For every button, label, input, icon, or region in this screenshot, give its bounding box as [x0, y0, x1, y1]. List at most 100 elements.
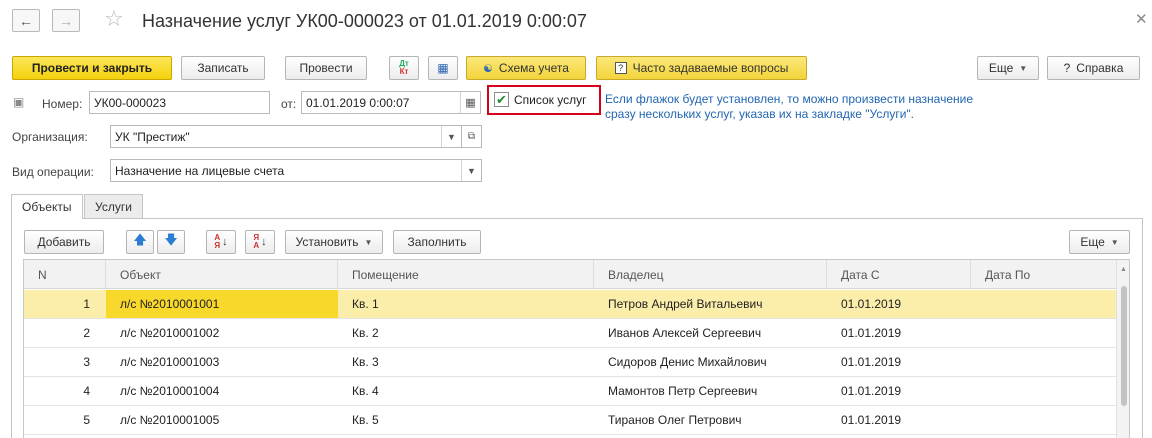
add-button[interactable]: Добавить: [24, 230, 104, 254]
column-header-date-from[interactable]: Дата С: [827, 260, 971, 289]
set-label: Установить: [295, 235, 359, 249]
cell-object[interactable]: л/с №2010001002: [106, 319, 338, 347]
number-field[interactable]: УК00-000023: [89, 91, 270, 114]
dropdown-caret-icon: ▼: [1110, 237, 1119, 247]
operation-type-field[interactable]: Назначение на лицевые счета ▼: [110, 159, 482, 182]
arrow-down-icon: 🡇: [164, 232, 178, 247]
cell-date-to[interactable]: [971, 290, 1116, 318]
move-down-button[interactable]: 🡇: [157, 230, 185, 254]
more-button[interactable]: Еще ▼: [977, 56, 1039, 80]
organization-field[interactable]: УК "Престиж" ▼: [110, 125, 462, 148]
sort-arrow-icon: ↓: [261, 236, 267, 248]
open-organization-button[interactable]: ⧉: [462, 125, 482, 148]
help-button[interactable]: ? Справка: [1047, 56, 1140, 80]
sort-arrow-icon: ↓: [222, 236, 228, 248]
vertical-scrollbar[interactable]: ▲: [1116, 260, 1129, 438]
column-header-date-to[interactable]: Дата По: [971, 260, 1116, 289]
cell-n[interactable]: 2: [24, 319, 106, 347]
structure-button[interactable]: ▦: [428, 56, 458, 80]
table-row[interactable]: 5 л/с №2010001005 Кв. 5 Тиранов Олег Петров…: [24, 406, 1116, 435]
table-row[interactable]: 1 л/с №2010001001 Кв. 1 Петров Андрей Витал…: [24, 290, 1116, 319]
question-icon: ?: [614, 62, 627, 74]
cell-owner[interactable]: Тиранов Олег Петрович: [594, 406, 827, 434]
cell-n[interactable]: 5: [24, 406, 106, 434]
services-list-checkbox[interactable]: ✔: [494, 92, 509, 107]
table-header: N Объект Помещение Владелец Дата С Дата …: [24, 260, 1116, 289]
cell-room[interactable]: Кв. 2: [338, 319, 594, 347]
write-button[interactable]: Записать: [181, 56, 265, 80]
back-button[interactable]: ←: [12, 9, 40, 32]
cell-n[interactable]: 4: [24, 377, 106, 405]
post-and-close-button[interactable]: Провести и закрыть: [12, 56, 172, 80]
fill-button[interactable]: Заполнить: [393, 230, 481, 254]
dropdown-caret-icon[interactable]: ▼: [461, 160, 481, 181]
table-row[interactable]: 4 л/с №2010001004 Кв. 4 Мамонтов Петр Серге…: [24, 377, 1116, 406]
tab-objects[interactable]: Объекты: [11, 194, 83, 219]
services-list-label[interactable]: Список услуг: [514, 93, 587, 107]
help-label: Справка: [1076, 61, 1124, 75]
favorite-star-icon[interactable]: ☆: [104, 8, 124, 30]
cell-date-to[interactable]: [971, 406, 1116, 434]
arrow-right-icon: →: [59, 12, 73, 29]
dropdown-caret-icon: ▼: [1019, 63, 1028, 73]
column-header-n[interactable]: N: [24, 260, 106, 289]
post-button[interactable]: Провести: [285, 56, 367, 80]
scroll-up-icon[interactable]: ▲: [1120, 266, 1127, 273]
cell-room[interactable]: Кв. 4: [338, 377, 594, 405]
hierarchy-icon: ☯: [483, 62, 493, 75]
date-field[interactable]: 01.01.2019 0:00:07 ▦: [301, 91, 481, 114]
cell-object[interactable]: л/с №2010001003: [106, 348, 338, 376]
cell-date-from[interactable]: 01.01.2019: [827, 319, 971, 347]
scrollbar-thumb[interactable]: [1121, 286, 1127, 406]
organization-label: Организация:: [12, 130, 88, 144]
cell-owner[interactable]: Сидоров Денис Михайлович: [594, 348, 827, 376]
operation-type-value: Назначение на лицевые счета: [115, 163, 285, 178]
cell-date-to[interactable]: [971, 319, 1116, 347]
calendar-icon[interactable]: ▦: [460, 92, 480, 113]
services-list-hint: Если флажок будет установлен, то можно п…: [605, 92, 1025, 122]
cell-room[interactable]: Кв. 5: [338, 406, 594, 434]
dropdown-caret-icon[interactable]: ▼: [441, 126, 461, 147]
organization-value: УК "Престиж": [115, 129, 190, 144]
table-row[interactable]: 2 л/с №2010001002 Кв. 2 Иванов Алексей Серг…: [24, 319, 1116, 348]
column-header-room[interactable]: Помещение: [338, 260, 594, 289]
date-label: от:: [281, 97, 297, 111]
column-header-owner[interactable]: Владелец: [594, 260, 827, 289]
column-header-object[interactable]: Объект: [106, 260, 338, 289]
cell-object[interactable]: л/с №2010001001: [106, 290, 338, 318]
dtkt-button[interactable]: Дт Кт: [389, 56, 419, 80]
cell-date-from[interactable]: 01.01.2019: [827, 377, 971, 405]
cell-n[interactable]: 3: [24, 348, 106, 376]
cell-date-from[interactable]: 01.01.2019: [827, 290, 971, 318]
close-icon[interactable]: ✕: [1135, 10, 1148, 28]
sort-ascending-button[interactable]: А Я ↓: [206, 230, 236, 254]
accounting-scheme-button[interactable]: ☯ Схема учета: [466, 56, 586, 80]
dtkt-icon: Дт Кт: [399, 59, 409, 76]
cell-date-to[interactable]: [971, 348, 1116, 376]
sort-descending-button[interactable]: Я А ↓: [245, 230, 275, 254]
cell-owner[interactable]: Иванов Алексей Сергеевич: [594, 319, 827, 347]
cell-object[interactable]: л/с №2010001004: [106, 377, 338, 405]
accounting-scheme-label: Схема учета: [498, 61, 569, 75]
cell-date-to[interactable]: [971, 377, 1116, 405]
cell-n[interactable]: 1: [24, 290, 106, 318]
forward-button[interactable]: →: [52, 9, 80, 32]
cell-room[interactable]: Кв. 3: [338, 348, 594, 376]
cell-object[interactable]: л/с №2010001005: [106, 406, 338, 434]
move-up-button[interactable]: 🡅: [126, 230, 154, 254]
cell-owner[interactable]: Мамонтов Петр Сергеевич: [594, 377, 827, 405]
dropdown-caret-icon: ▼: [364, 237, 373, 247]
cell-room[interactable]: Кв. 1: [338, 290, 594, 318]
table-more-label: Еще: [1080, 235, 1105, 249]
arrow-up-icon: 🡅: [133, 232, 147, 247]
tab-services[interactable]: Услуги: [84, 194, 143, 218]
set-button[interactable]: Установить ▼: [285, 230, 383, 254]
objects-table[interactable]: N Объект Помещение Владелец Дата С Дата …: [23, 259, 1130, 438]
faq-button[interactable]: ? Часто задаваемые вопросы: [596, 56, 807, 80]
cell-date-from[interactable]: 01.01.2019: [827, 348, 971, 376]
table-more-button[interactable]: Еще ▼: [1069, 230, 1130, 254]
table-row[interactable]: 3 л/с №2010001003 Кв. 3 Сидоров Денис Михай…: [24, 348, 1116, 377]
cell-date-from[interactable]: 01.01.2019: [827, 406, 971, 434]
open-link-icon: ⧉: [467, 131, 476, 142]
cell-owner[interactable]: Петров Андрей Витальевич: [594, 290, 827, 318]
